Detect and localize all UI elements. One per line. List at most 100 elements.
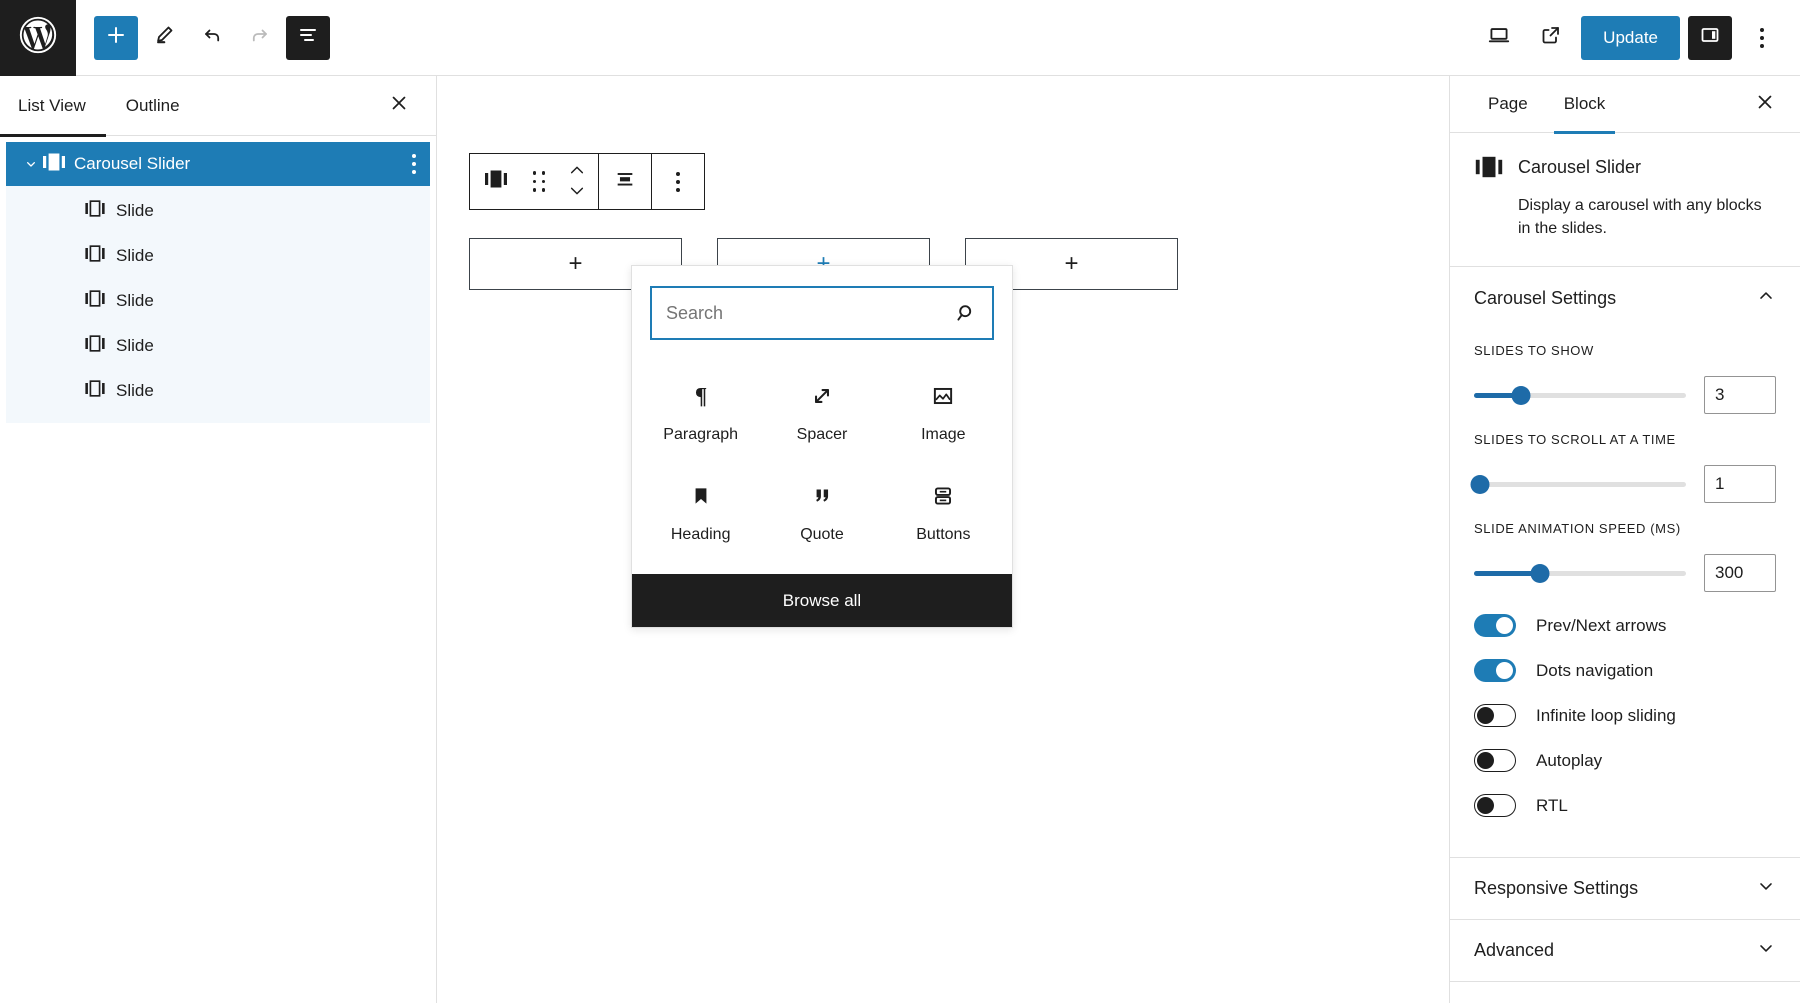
inserter-block-label: Buttons (916, 526, 971, 543)
slider-animation-speed[interactable] (1474, 563, 1686, 583)
tab-list-view[interactable]: List View (0, 76, 106, 137)
chevron-up-icon[interactable] (569, 162, 585, 180)
drag-handle-icon (532, 171, 546, 192)
chevron-up-icon (1756, 286, 1776, 311)
drag-handle-button[interactable] (522, 154, 556, 209)
block-info-card: Carousel Slider Display a carousel with … (1450, 133, 1800, 268)
toggle-prev-next-arrows[interactable] (1474, 614, 1516, 638)
block-toolbar-group-align (598, 154, 651, 209)
browse-all-button[interactable]: Browse all (632, 574, 1012, 627)
external-link-icon (1539, 23, 1563, 52)
toggle-knob (1477, 752, 1494, 770)
block-info-description: Display a carousel with any blocks in th… (1518, 197, 1762, 238)
list-view-children: Slide Slide Slide Slide Slide (6, 186, 430, 423)
list-item-label: Slide (116, 200, 154, 220)
panel-body-carousel-settings: Slides to show Slides to scroll at a tim… (1450, 343, 1800, 857)
list-view-icon (296, 23, 320, 52)
number-input-slides-to-scroll[interactable] (1704, 465, 1776, 504)
toggle-row-rtl: RTL (1474, 794, 1776, 818)
control-row-slides-to-show (1474, 376, 1776, 415)
list-item-slide[interactable]: Slide (6, 368, 430, 413)
slider-thumb[interactable] (1511, 385, 1531, 405)
search-input[interactable] (652, 288, 954, 338)
search-field-wrapper[interactable] (650, 286, 994, 340)
editor-options-button[interactable] (1740, 16, 1784, 60)
inserter-block-image[interactable]: Image (883, 374, 1004, 452)
pencil-icon (152, 23, 176, 52)
preview-device-button[interactable] (1477, 16, 1521, 60)
list-item-options-icon[interactable] (412, 154, 416, 174)
spacer-icon (809, 382, 835, 410)
list-item-slide[interactable]: Slide (6, 188, 430, 233)
panel-header-carousel-settings[interactable]: Carousel Settings (1450, 267, 1800, 329)
block-mover-button[interactable] (556, 154, 598, 209)
slide-block-icon (84, 334, 106, 358)
redo-arrow-icon (248, 23, 272, 52)
block-options-button[interactable] (652, 154, 704, 209)
list-item-label: Slide (116, 335, 154, 355)
chevron-down-icon[interactable] (569, 183, 585, 201)
tab-block[interactable]: Block (1546, 76, 1624, 134)
list-item-slide[interactable]: Slide (6, 233, 430, 278)
panel-title: Advanced (1474, 940, 1555, 961)
tools-edit-button[interactable] (142, 16, 186, 60)
tab-page[interactable]: Page (1470, 76, 1546, 133)
block-info-title: Carousel Slider (1518, 157, 1642, 177)
toggle-knob (1496, 617, 1513, 635)
inserter-block-quote[interactable]: Quote (761, 474, 882, 552)
slider-thumb[interactable] (1470, 474, 1490, 494)
slider-slides-to-show[interactable] (1474, 385, 1686, 405)
kebab-menu-icon (1760, 27, 1764, 48)
close-inspector-button[interactable] (1750, 89, 1780, 119)
list-item-label: Slide (116, 380, 154, 400)
list-item-slide[interactable]: Slide (6, 278, 430, 323)
undo-button[interactable] (190, 16, 234, 60)
toggle-label: RTL (1536, 795, 1568, 815)
buttons-icon (930, 482, 956, 510)
tab-outline[interactable]: Outline (106, 76, 200, 136)
slide-block-icon (84, 244, 106, 268)
close-list-view-button[interactable] (384, 91, 414, 121)
wordpress-logo-button[interactable] (0, 0, 76, 76)
chevron-down-icon[interactable] (20, 156, 42, 172)
toggle-autoplay[interactable] (1474, 749, 1516, 773)
toggle-dots-navigation[interactable] (1474, 659, 1516, 683)
inserter-block-paragraph[interactable]: ¶ Paragraph (640, 374, 761, 452)
inserter-block-heading[interactable]: Heading (640, 474, 761, 552)
toggle-row-infinite-loop: Infinite loop sliding (1474, 704, 1776, 728)
toggle-infinite-loop-sliding[interactable] (1474, 704, 1516, 728)
editor-canvas: + + + Search ¶ Paragraph Spacer Image He… (438, 76, 1449, 1003)
block-mover-icons (569, 162, 585, 201)
align-button[interactable] (599, 154, 651, 209)
view-page-button[interactable] (1529, 16, 1573, 60)
block-type-button[interactable] (470, 154, 522, 209)
settings-sidebar-toggle-button[interactable] (1688, 15, 1732, 60)
panel-header-advanced[interactable]: Advanced (1450, 920, 1800, 983)
inserter-block-spacer[interactable]: Spacer (761, 374, 882, 452)
inserter-block-label: Quote (800, 526, 844, 543)
paragraph-icon: ¶ (688, 382, 714, 410)
slider-thumb[interactable] (1530, 563, 1550, 583)
list-item-carousel-slider[interactable]: Carousel Slider (6, 142, 430, 186)
list-view-sidebar: List View Outline Carousel Slider Slide … (0, 76, 437, 1003)
block-toolbar (469, 153, 705, 210)
toggle-label: Infinite loop sliding (1536, 705, 1676, 725)
block-toolbar-group-main (470, 154, 598, 209)
slider-slides-to-scroll[interactable] (1470, 474, 1686, 494)
panel-header-responsive-settings[interactable]: Responsive Settings (1450, 858, 1800, 921)
carousel-block-icon (1474, 155, 1504, 184)
redo-button[interactable] (238, 16, 282, 60)
panel-title: Responsive Settings (1474, 878, 1639, 899)
number-input-slides-to-show[interactable] (1704, 376, 1776, 415)
add-block-button[interactable] (94, 15, 138, 60)
update-button[interactable]: Update (1581, 15, 1680, 60)
list-view-toggle-button[interactable] (286, 15, 330, 60)
toggle-label: Autoplay (1536, 750, 1603, 770)
toggle-rtl[interactable] (1474, 794, 1516, 818)
wordpress-logo-icon (18, 15, 58, 60)
number-input-animation-speed[interactable] (1704, 554, 1776, 593)
list-item-label: Slide (116, 290, 154, 310)
list-item-slide[interactable]: Slide (6, 323, 430, 368)
search-icon (954, 301, 992, 325)
inserter-block-buttons[interactable]: Buttons (883, 474, 1004, 552)
